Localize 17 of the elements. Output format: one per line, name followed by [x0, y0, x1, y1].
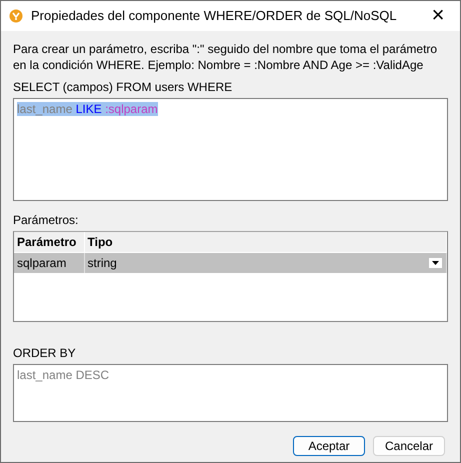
- field-label: ORDER BY: [13, 345, 77, 362]
- type-value: string: [88, 255, 117, 272]
- sql-token: :sqlparam: [105, 102, 158, 116]
- order-by-field[interactable]: last_name DESC: [13, 364, 448, 422]
- field-label: SELECT (campos) FROM users WHERE: [13, 79, 234, 96]
- dialog-button[interactable]: Aceptar: [293, 436, 365, 456]
- column-header: Parámetro: [14, 232, 84, 252]
- close-button[interactable]: ×: [416, 4, 460, 28]
- sql-token: last_name: [17, 102, 72, 116]
- where-field[interactable]: last_name LIKE :sqlparam: [13, 98, 448, 201]
- table-cell: sqlparam: [14, 252, 84, 273]
- window-title: Propiedades del componente WHERE/ORDER de SQL/NoSQL: [31, 7, 398, 26]
- instructions-text: Para crear un parámetro, escriba ":" seguido del nombre que toma el parámetro en la condición WHERE. Ejemplo: Nombre = :Nombre AND Age >= :ValidAge: [13, 41, 438, 73]
- dialog-button[interactable]: Cancelar: [373, 436, 445, 456]
- field-label: Parámetros:: [13, 212, 80, 229]
- sql-token: LIKE: [76, 102, 102, 116]
- column-header: Tipo: [84, 232, 446, 252]
